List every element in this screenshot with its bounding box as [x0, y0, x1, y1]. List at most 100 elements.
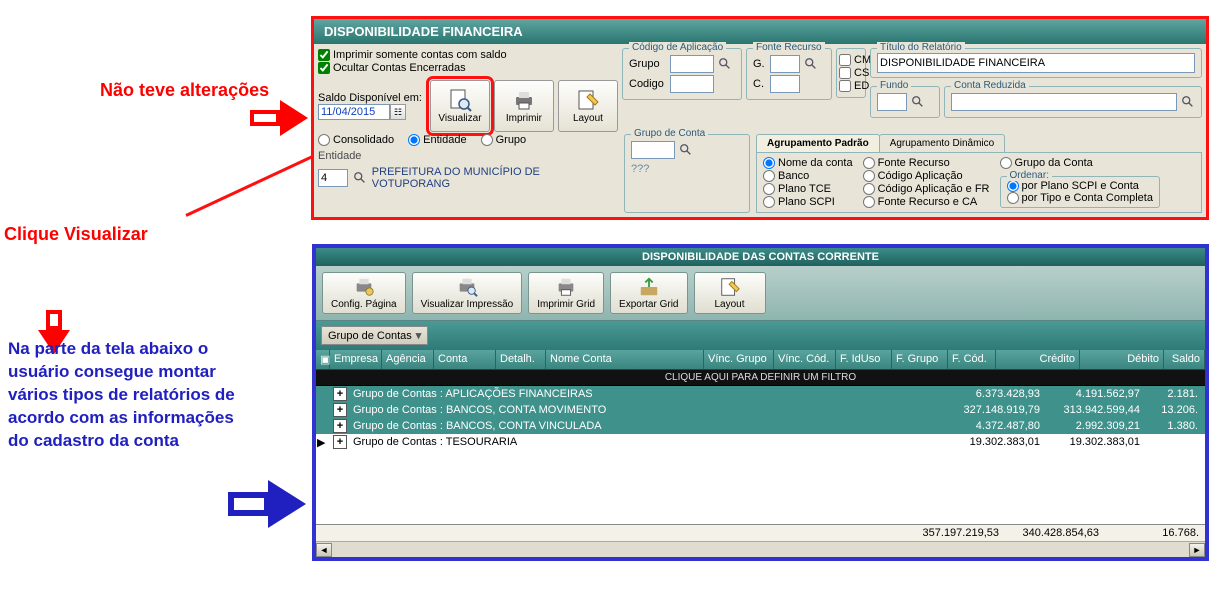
radio-grupo[interactable] — [481, 134, 493, 146]
expand-icon[interactable]: + — [333, 435, 347, 449]
expand-icon[interactable]: + — [333, 387, 347, 401]
group-by-strip[interactable]: Grupo de Contas▾ — [316, 321, 1205, 350]
header-agencia[interactable]: Agência — [382, 350, 434, 369]
visualizar-button[interactable]: Visualizar — [430, 80, 490, 132]
group-chip-remove-icon[interactable]: ▾ — [416, 329, 422, 342]
group-row[interactable]: +Grupo de Contas : BANCOS, CONTA MOVIMEN… — [316, 402, 1205, 418]
radio-ca-fr[interactable] — [863, 183, 875, 195]
layout-button[interactable]: Layout — [558, 80, 618, 132]
chk-contas-saldo[interactable] — [318, 49, 330, 61]
visualizar-label: Visualizar — [438, 113, 481, 124]
grupo-conta-search-icon[interactable] — [678, 142, 694, 158]
radio-ord-scpi[interactable] — [1007, 180, 1019, 192]
entidade-id-input[interactable] — [318, 169, 348, 187]
arrow-red-to-form — [280, 100, 308, 136]
radio-plano-scpi[interactable] — [763, 196, 775, 208]
radio-plano-tce[interactable] — [763, 183, 775, 195]
radio-ord-tipo[interactable] — [1007, 192, 1019, 204]
fonte-search-icon[interactable] — [803, 56, 819, 72]
radio-banco[interactable] — [763, 170, 775, 182]
expand-icon[interactable]: + — [333, 403, 347, 417]
total-debito: 340.428.854,63 — [1005, 527, 1105, 539]
titulo-input[interactable] — [877, 53, 1195, 73]
codigo-input[interactable] — [670, 75, 714, 93]
row-debito: 313.942.599,44 — [1046, 404, 1146, 416]
fonte-g-input[interactable] — [770, 55, 800, 73]
ord-b-label: por Tipo e Conta Completa — [1022, 192, 1153, 204]
scroll-left-button[interactable]: ◄ — [316, 543, 332, 557]
header-vinc-grupo[interactable]: Vínc. Grupo — [704, 350, 774, 369]
config-pagina-button[interactable]: Config. Página — [322, 272, 406, 314]
grupo-conta-hint: ??? — [631, 163, 743, 175]
imprimir-button[interactable]: Imprimir — [494, 80, 554, 132]
chk-ocultar-encerradas[interactable] — [318, 62, 330, 74]
visualizar-impressao-button[interactable]: Visualizar Impressão — [412, 272, 523, 314]
lower-layout-label: Layout — [714, 299, 744, 310]
header-vinc-cod[interactable]: Vínc. Cód. — [774, 350, 836, 369]
tab-agrup-dinamico[interactable]: Agrupamento Dinâmico — [879, 134, 1006, 152]
plano-scpi-label: Plano SCPI — [778, 196, 835, 208]
group-label: Grupo de Contas : BANCOS, CONTA VINCULAD… — [351, 420, 946, 432]
titulo-legend: Título do Relatório — [877, 42, 965, 53]
chk-cs[interactable] — [839, 67, 851, 79]
fundo-input[interactable] — [877, 93, 907, 111]
group-row[interactable]: + Grupo de Contas : APLICAÇÕES FINANCEIRA… — [316, 386, 1205, 402]
nome-conta-label: Nome da conta — [778, 157, 853, 169]
horizontal-scrollbar[interactable]: ◄ ► — [316, 541, 1205, 557]
header-fcod[interactable]: F. Cód. — [948, 350, 996, 369]
group-chip[interactable]: Grupo de Contas▾ — [321, 326, 428, 345]
lower-layout-button[interactable]: Layout — [694, 272, 766, 314]
fonte-c-input[interactable] — [770, 75, 800, 93]
fundo-legend: Fundo — [877, 80, 911, 91]
group-label: Grupo de Contas : APLICAÇÕES FINANCEIRAS — [351, 388, 946, 400]
conta-reduzida-input[interactable] — [951, 93, 1177, 111]
layout-icon — [576, 88, 600, 112]
group-row[interactable]: ▶+Grupo de Contas : TESOURARIA19.302.383… — [316, 434, 1205, 450]
annotation-click-visualizar: Clique Visualizar — [4, 224, 148, 245]
date-input[interactable] — [318, 104, 390, 120]
radio-entidade[interactable] — [408, 134, 420, 146]
imprimir-label: Imprimir — [506, 113, 542, 124]
radio-codigo-aplicacao[interactable] — [863, 170, 875, 182]
header-detalh[interactable]: Detalh. — [496, 350, 546, 369]
radio-fr-ca[interactable] — [863, 196, 875, 208]
grupo-search-icon[interactable] — [717, 56, 733, 72]
expand-icon[interactable]: + — [333, 419, 347, 433]
row-credito: 6.373.428,93 — [946, 388, 1046, 400]
calendar-button[interactable]: ☷ — [390, 104, 406, 120]
radio-nome-conta[interactable] — [763, 157, 775, 169]
grupo-conta-input[interactable] — [631, 141, 675, 159]
chk-cm[interactable] — [839, 54, 851, 66]
grupo-conta-group: Grupo de Conta ??? — [624, 134, 750, 213]
grupo-input[interactable] — [670, 55, 714, 73]
exportar-grid-button[interactable]: Exportar Grid — [610, 272, 687, 314]
header-nome-conta[interactable]: Nome Conta — [546, 350, 704, 369]
fundo-search-icon[interactable] — [910, 94, 926, 110]
chk-ed[interactable] — [839, 80, 851, 92]
conta-reduzida-search-icon[interactable] — [1180, 94, 1195, 110]
header-saldo[interactable]: Saldo — [1164, 350, 1205, 369]
scroll-right-button[interactable]: ► — [1189, 543, 1205, 557]
header-empresa[interactable]: Empresa — [330, 350, 382, 369]
header-fgrupo[interactable]: F. Grupo — [892, 350, 948, 369]
filter-band[interactable]: CLIQUE AQUI PARA DEFINIR UM FILTRO — [316, 370, 1205, 386]
header-iduso[interactable]: F. IdUso — [836, 350, 892, 369]
header-selector[interactable]: ▣ — [316, 350, 330, 369]
imprimir-grid-button[interactable]: Imprimir Grid — [528, 272, 604, 314]
radio-fonte-recurso[interactable] — [863, 157, 875, 169]
group-row[interactable]: + Grupo de Contas : BANCOS, CONTA VINCULA… — [316, 418, 1205, 434]
titulo-relatorio-group: Título do Relatório — [870, 48, 1202, 78]
row-debito: 2.992.309,21 — [1046, 420, 1146, 432]
annotation-no-changes: Não teve alterações — [100, 80, 269, 101]
visualizar-impressao-label: Visualizar Impressão — [421, 299, 514, 310]
lower-toolbar: Config. Página Visualizar Impressão Impr… — [316, 266, 1205, 321]
radio-grupo-conta[interactable] — [1000, 157, 1012, 169]
row-saldo: 2.181. — [1146, 388, 1204, 400]
header-debito[interactable]: Débito — [1080, 350, 1164, 369]
header-credito[interactable]: Crédito — [996, 350, 1080, 369]
tab-agrup-padrao[interactable]: Agrupamento Padrão — [756, 134, 880, 152]
layout2-icon — [719, 276, 741, 298]
radio-consolidado[interactable] — [318, 134, 330, 146]
entidade-search-icon[interactable] — [352, 170, 368, 186]
header-conta[interactable]: Conta — [434, 350, 496, 369]
